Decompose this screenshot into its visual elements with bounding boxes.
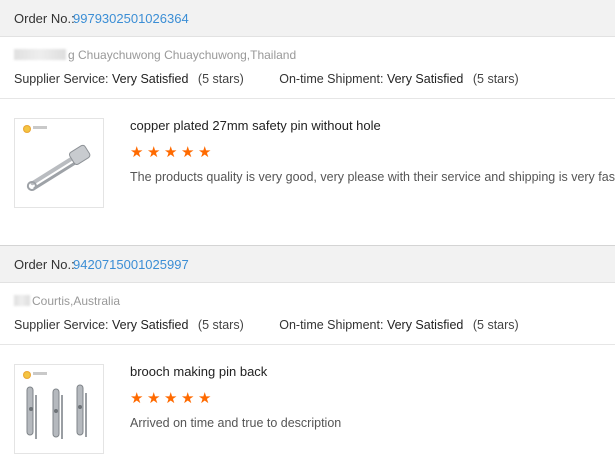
shipment-stars: (5 stars) [472, 72, 519, 86]
review-text: Arrived on time and true to description [130, 416, 342, 430]
supplier-service-label: Supplier Service: [14, 72, 109, 86]
star-icon: ★ [164, 390, 178, 407]
star-icon: ★ [147, 144, 161, 161]
order-card: Order No.: 9979302501026364 g Chuaychuwo… [0, 0, 615, 245]
service-ratings: Supplier Service: Very Satisfied (5 star… [14, 72, 519, 86]
buyer-location: Courtis,Australia [14, 294, 120, 308]
star-icon: ★ [164, 144, 178, 161]
order-header: Order No.: 9420715001025997 [0, 246, 615, 283]
order-header: Order No.: 9979302501026364 [0, 0, 615, 37]
shipment-label: On-time Shipment: [279, 318, 384, 332]
supplier-service-value: Very Satisfied [111, 72, 189, 86]
product-thumbnail[interactable] [14, 364, 104, 454]
star-icon: ★ [181, 390, 195, 407]
supplier-service-stars: (5 stars) [197, 72, 244, 86]
brooch-pins-image [26, 384, 87, 439]
supplier-service-value: Very Satisfied [111, 318, 189, 332]
shipment-stars: (5 stars) [472, 318, 519, 332]
review-text: The products quality is very good, very … [130, 170, 615, 184]
redacted-buyer-name [14, 295, 30, 306]
product-thumbnail[interactable] [14, 118, 104, 208]
buyer-location-text: Courtis,Australia [32, 294, 121, 308]
product-rating: ★ ★ ★ ★ ★ [130, 145, 213, 160]
product-rating: ★ ★ ★ ★ ★ [130, 391, 213, 406]
star-icon: ★ [198, 390, 212, 407]
order-number-label: Order No.: [14, 257, 75, 272]
product-name-link[interactable]: brooch making pin back [130, 364, 267, 379]
star-icon: ★ [130, 390, 144, 407]
buyer-location-text: g Chuaychuwong Chuaychuwong,Thailand [68, 48, 297, 62]
star-icon: ★ [181, 144, 195, 161]
product-name-link[interactable]: copper plated 27mm safety pin without ho… [130, 118, 381, 133]
order-card: Order No.: 9420715001025997 Courtis,Aust… [0, 246, 615, 454]
service-ratings: Supplier Service: Very Satisfied (5 star… [14, 318, 519, 332]
supplier-service-label: Supplier Service: [14, 318, 109, 332]
redacted-buyer-name [14, 49, 66, 60]
divider [0, 98, 615, 99]
order-number-link[interactable]: 9979302501026364 [73, 11, 189, 26]
shipment-label: On-time Shipment: [279, 72, 384, 86]
safety-pin-image [26, 144, 91, 191]
divider [0, 344, 615, 345]
star-icon: ★ [130, 144, 144, 161]
star-icon: ★ [147, 390, 161, 407]
supplier-service-stars: (5 stars) [197, 318, 244, 332]
star-icon: ★ [198, 144, 212, 161]
order-number-label: Order No.: [14, 11, 75, 26]
shipment-value: Very Satisfied [386, 72, 464, 86]
buyer-location: g Chuaychuwong Chuaychuwong,Thailand [14, 48, 296, 62]
shipment-value: Very Satisfied [386, 318, 464, 332]
order-number-link[interactable]: 9420715001025997 [73, 257, 189, 272]
